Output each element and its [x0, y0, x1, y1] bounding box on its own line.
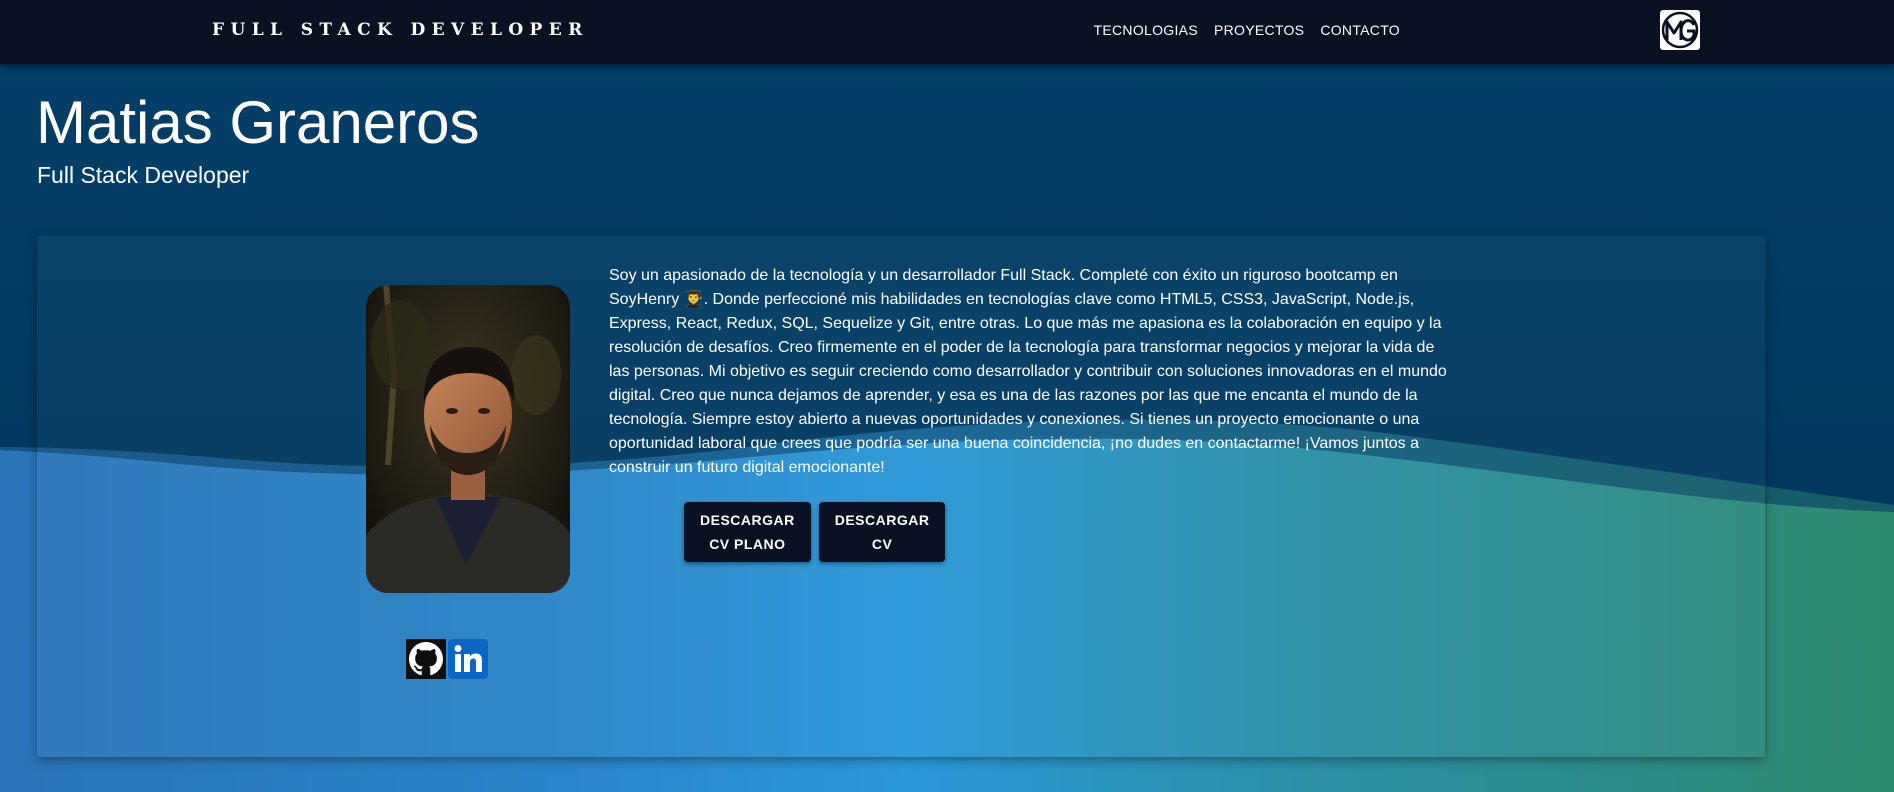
profile-photo [366, 285, 570, 593]
download-cv-plain-line2: CV PLANO [709, 536, 786, 552]
download-cv-button[interactable]: DESCARGAR CV [818, 502, 946, 562]
navbar-brand[interactable]: FULL STACK DEVELOPER [212, 20, 589, 40]
profile-card: Soy un apasionado de la tecnología y un … [37, 236, 1765, 757]
nav-links: TECNOLOGIAS PROYECTOS CONTACTO [1094, 22, 1400, 38]
bio-text: Soy un apasionado de la tecnología y un … [609, 267, 1447, 476]
page: FULL STACK DEVELOPER TECNOLOGIAS PROYECT… [0, 0, 1894, 792]
download-cv-line2: CV [871, 536, 893, 552]
linkedin-icon[interactable] [448, 639, 488, 679]
hero-role: Full Stack Developer [37, 162, 250, 188]
download-cv-plain-line1: DESCARGAR [700, 512, 795, 528]
navbar: FULL STACK DEVELOPER TECNOLOGIAS PROYECT… [0, 0, 1894, 64]
social-links [406, 639, 488, 679]
mg-logo-icon[interactable] [1660, 10, 1700, 50]
nav-link-contacto[interactable]: CONTACTO [1320, 22, 1400, 38]
download-cv-line1: DESCARGAR [834, 512, 930, 528]
download-buttons: DESCARGAR CV PLANO DESCARGAR CV [684, 502, 946, 562]
github-icon[interactable] [406, 639, 446, 679]
hero-name: Matias Graneros [36, 89, 480, 156]
nav-link-proyectos[interactable]: PROYECTOS [1214, 22, 1304, 38]
download-cv-plain-button[interactable]: DESCARGAR CV PLANO [684, 502, 811, 562]
nav-link-tecnologias[interactable]: TECNOLOGIAS [1094, 22, 1198, 38]
